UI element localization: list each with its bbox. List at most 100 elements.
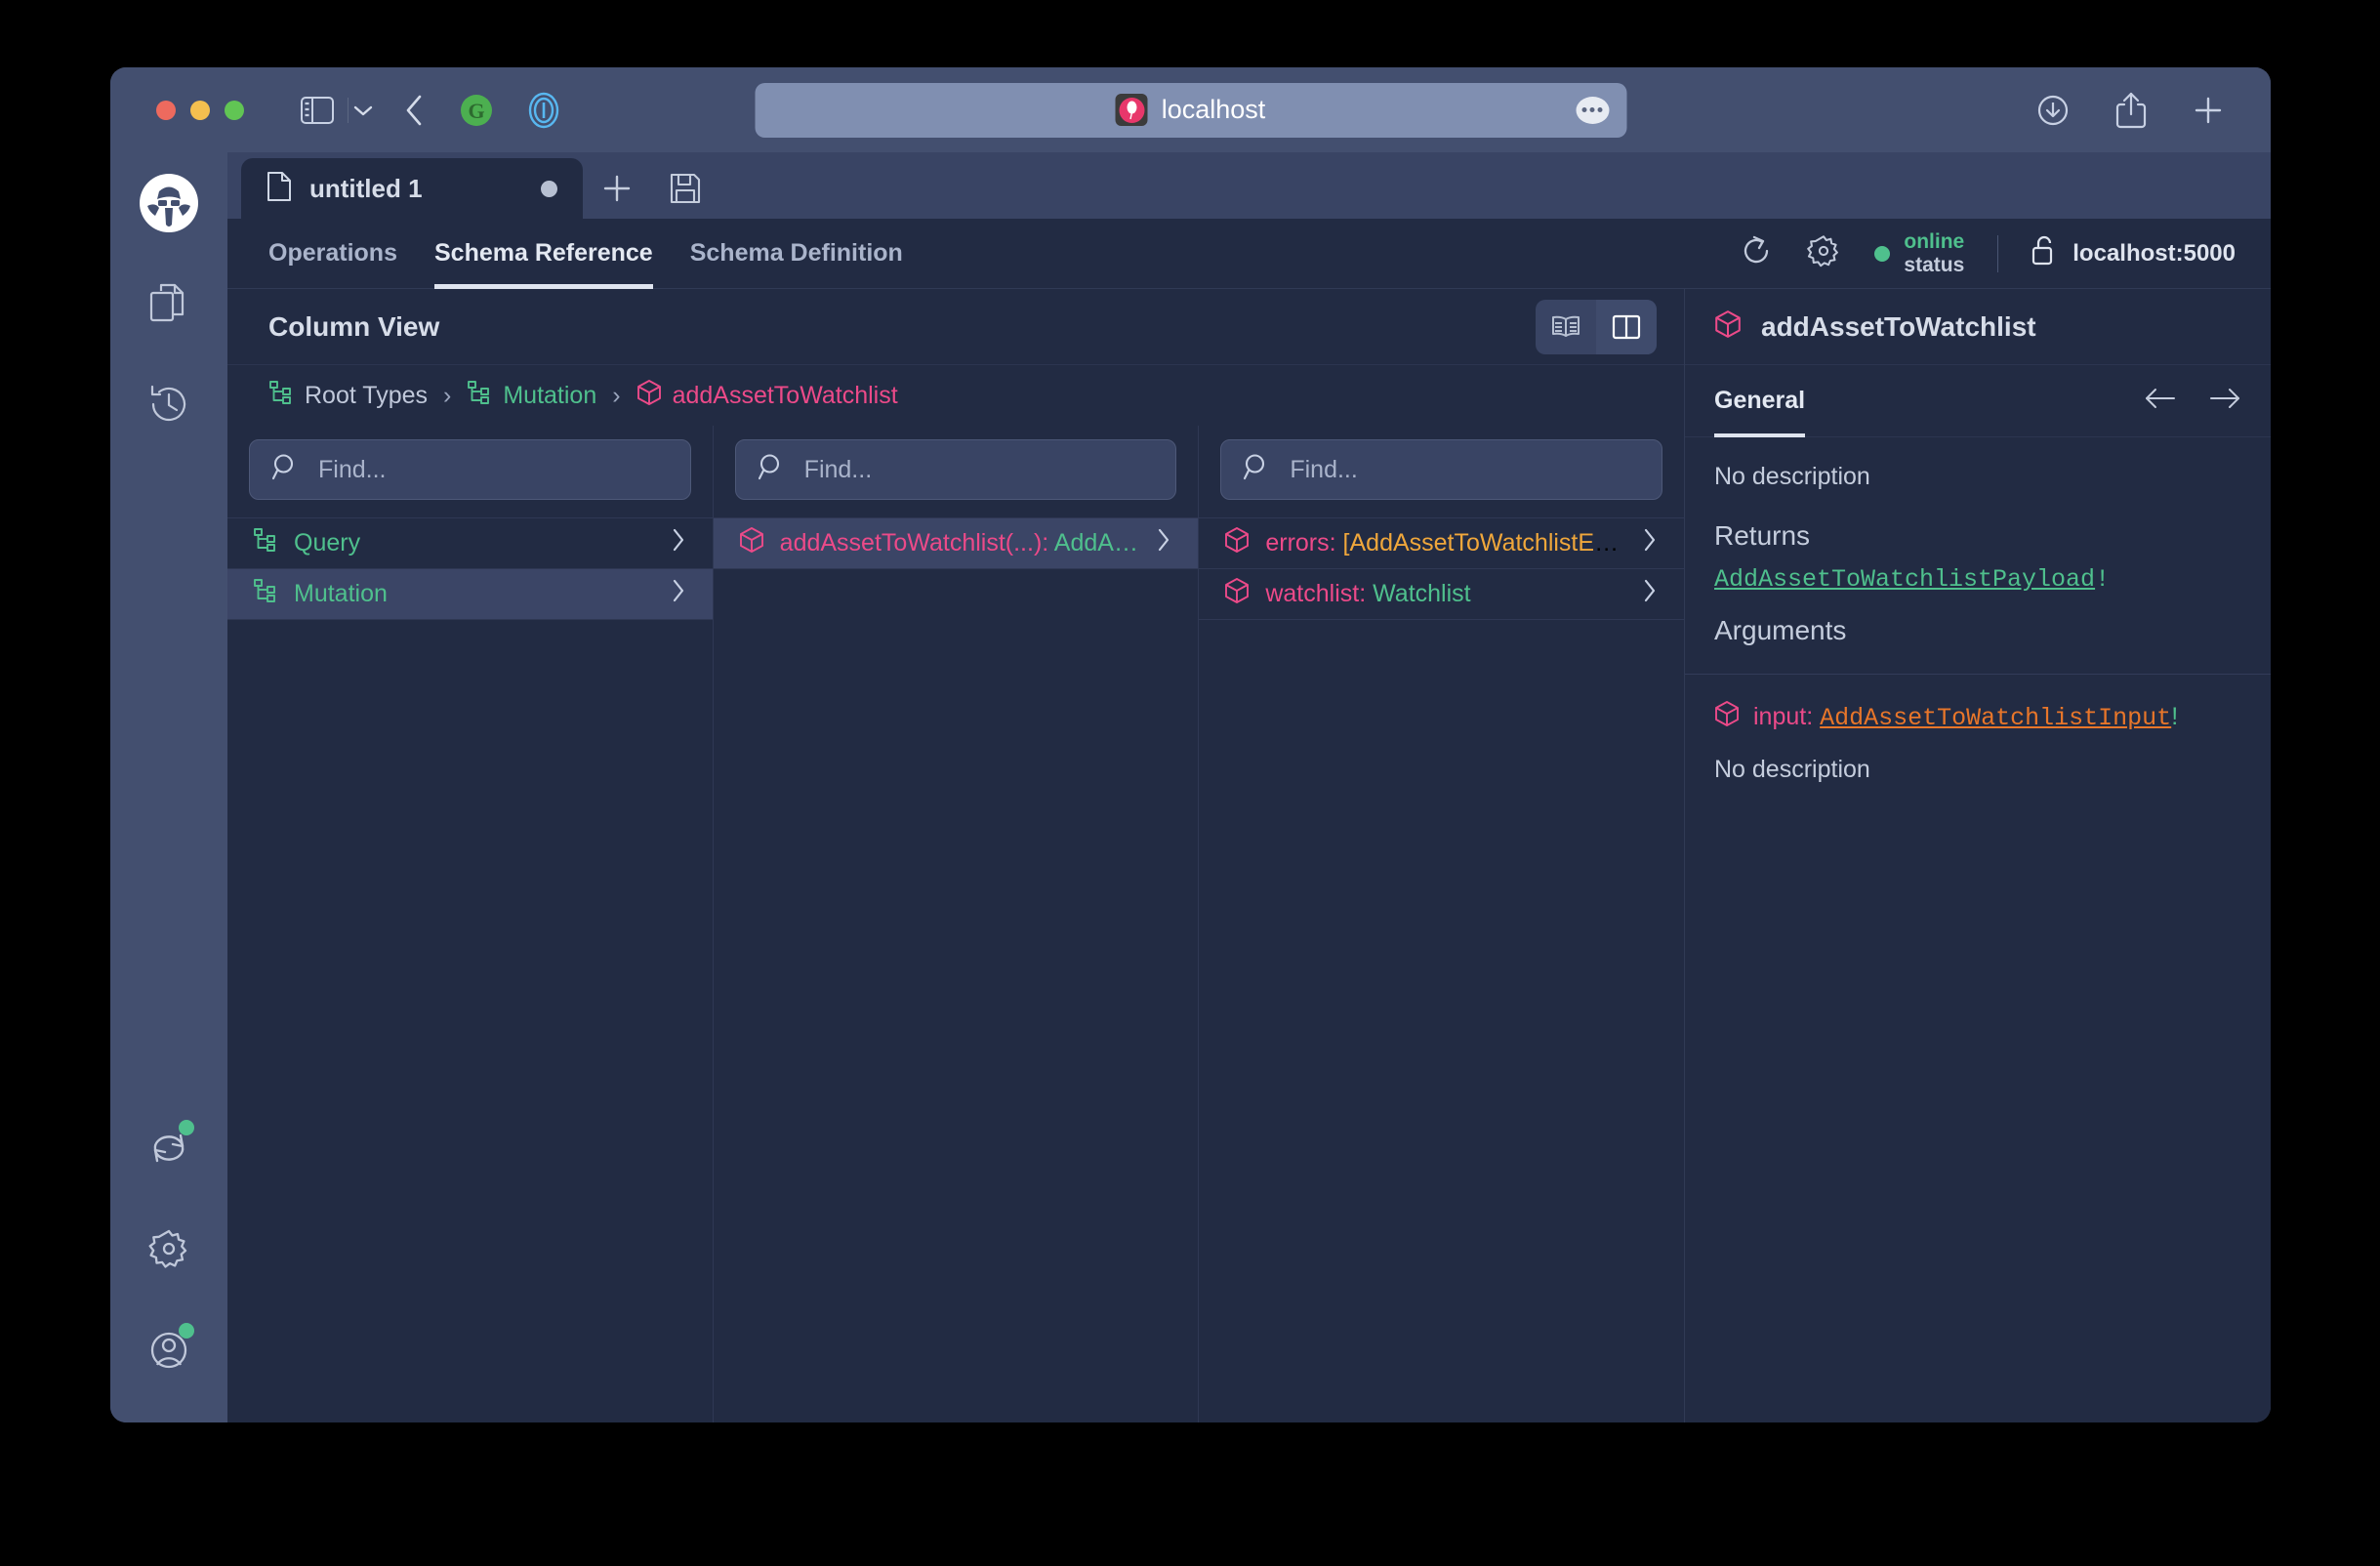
- search-icon: [1243, 453, 1272, 487]
- breadcrumb-item-mutation[interactable]: Mutation: [467, 380, 596, 412]
- address-bar[interactable]: localhost: [755, 82, 1626, 138]
- app-body: untitled 1 Operations Schema Reference S…: [110, 152, 2271, 1422]
- onepassword-icon[interactable]: [524, 91, 563, 130]
- cube-icon: [1224, 577, 1250, 611]
- status-sub-label: status: [1904, 253, 1965, 276]
- browser-toolbar: G localhost: [110, 67, 2271, 152]
- nav-right-actions: online status localhost:5000: [1740, 230, 2271, 276]
- list-item[interactable]: Mutation: [227, 569, 713, 620]
- file-icon: [267, 171, 292, 207]
- reload-icon[interactable]: [1740, 234, 1773, 272]
- address-bar-more-button[interactable]: [1576, 96, 1609, 124]
- cube-icon: [1714, 309, 1742, 344]
- grammarly-icon[interactable]: G: [458, 92, 495, 129]
- docs-header: Column View: [227, 289, 1684, 365]
- chevron-right-icon: [670, 527, 687, 559]
- search-box[interactable]: [249, 439, 691, 500]
- list-item-colon: :: [1359, 580, 1374, 607]
- tab-schema-definition[interactable]: Schema Definition: [690, 219, 903, 289]
- search-box[interactable]: [734, 439, 1177, 500]
- downloads-icon[interactable]: [2034, 92, 2072, 129]
- refresh-icon[interactable]: [140, 1118, 198, 1176]
- arrow-left-icon[interactable]: [2144, 387, 2177, 415]
- list-item-type: Watchlist: [1373, 580, 1471, 607]
- altair-graphql-favicon: [1115, 94, 1148, 126]
- sidebar-toggle-icon[interactable]: [301, 96, 334, 124]
- refresh-badge: [179, 1120, 194, 1135]
- docs-panel: Column View Root Types › Mutation › addA…: [227, 289, 1685, 1422]
- window-tab-dirty-dot[interactable]: [541, 180, 557, 197]
- returns-type-link[interactable]: AddAssetToWatchlistPayload: [1714, 565, 2095, 594]
- documents-icon[interactable]: [140, 273, 198, 332]
- search-box[interactable]: [1220, 439, 1663, 500]
- account-icon[interactable]: [140, 1321, 198, 1380]
- breadcrumb-label: Mutation: [503, 381, 597, 409]
- cube-icon: [1714, 700, 1740, 734]
- column-3-search-wrap: [1199, 426, 1684, 517]
- cube-icon: [739, 526, 764, 560]
- search-input[interactable]: [318, 455, 669, 484]
- window-tab-untitled-1[interactable]: untitled 1: [241, 158, 583, 219]
- chevron-right-icon: [1155, 527, 1172, 559]
- returns-heading: Returns: [1714, 520, 1811, 551]
- share-icon[interactable]: [2114, 91, 2148, 130]
- svg-text:G: G: [468, 99, 484, 123]
- host-indicator[interactable]: localhost:5000: [2031, 234, 2236, 272]
- back-icon[interactable]: [403, 93, 427, 128]
- screen: G localhost untitled 1 Operations Schema…: [0, 0, 2380, 1566]
- tab-schema-reference[interactable]: Schema Reference: [433, 219, 653, 289]
- returns-type-row: AddAssetToWatchlistPayload!: [1714, 565, 2241, 594]
- window-tab-label: untitled 1: [309, 173, 423, 203]
- column-1-rows: Query Mutation: [227, 517, 713, 620]
- save-disk-icon[interactable]: [651, 158, 719, 219]
- column-1-search-wrap: [227, 426, 713, 517]
- chevron-down-icon[interactable]: [352, 103, 374, 118]
- breadcrumb: Root Types › Mutation › addAssetToWatchl…: [227, 365, 1684, 426]
- history-icon[interactable]: [140, 375, 198, 433]
- column-view-button[interactable]: [1596, 299, 1657, 354]
- status-online-label: online: [1904, 229, 1965, 253]
- chevron-right-icon: [1641, 527, 1659, 559]
- nav-divider: [1997, 234, 1999, 272]
- address-bar-text: localhost: [1161, 95, 1266, 124]
- list-item-type: AddA…: [1053, 529, 1138, 556]
- list-item-field: addAssetToWatchlist(...): [779, 529, 1043, 556]
- settings-gear-icon[interactable]: [140, 1219, 198, 1278]
- breadcrumb-item-addassettowatchlist[interactable]: addAssetToWatchlist: [636, 379, 898, 413]
- list-item-colon: :: [1042, 529, 1054, 556]
- detail-body: No description Returns AddAssetToWatchli…: [1685, 437, 2271, 1422]
- tab-general[interactable]: General: [1714, 365, 1806, 437]
- close-window-button[interactable]: [156, 100, 176, 120]
- list-item[interactable]: watchlist: Watchlist: [1199, 569, 1685, 620]
- add-window-tab-button[interactable]: [583, 158, 651, 219]
- search-input[interactable]: [803, 455, 1155, 484]
- detail-description: No description: [1714, 463, 1870, 490]
- book-view-button[interactable]: [1536, 300, 1596, 354]
- schema-content: Column View Root Types › Mutation › addA…: [227, 289, 2271, 1422]
- breadcrumb-separator: ›: [612, 381, 621, 409]
- column-2-search-wrap: [714, 426, 1199, 517]
- search-input[interactable]: [1290, 455, 1641, 484]
- gear-icon[interactable]: [1806, 233, 1841, 273]
- maximize-window-button[interactable]: [225, 100, 244, 120]
- chevron-right-icon: [670, 578, 687, 610]
- list-item[interactable]: addAssetToWatchlist(...): AddA…: [713, 518, 1199, 569]
- list-item-colon: :: [1329, 529, 1343, 556]
- altair-logo[interactable]: [140, 174, 198, 232]
- column-3-rows: errors: [AddAssetToWatchlistEr… watchlis…: [1199, 517, 1685, 620]
- list-item[interactable]: errors: [AddAssetToWatchlistEr…: [1199, 518, 1685, 569]
- minimize-window-button[interactable]: [190, 100, 210, 120]
- host-label: localhost:5000: [2072, 239, 2236, 267]
- account-badge: [179, 1323, 194, 1339]
- tab-operations[interactable]: Operations: [268, 219, 397, 289]
- arrow-right-icon[interactable]: [2208, 387, 2241, 415]
- breadcrumb-label: Root Types: [305, 381, 429, 409]
- list-item[interactable]: Query: [227, 518, 713, 569]
- detail-nav-buttons: [2144, 387, 2241, 415]
- argument-type-link[interactable]: AddAssetToWatchlistInput: [1820, 704, 2171, 732]
- breadcrumb-item-root-types[interactable]: Root Types: [268, 380, 428, 412]
- cube-icon: [636, 379, 662, 413]
- traffic-lights: [156, 100, 244, 120]
- new-tab-icon[interactable]: [2191, 93, 2226, 128]
- breadcrumb-label: addAssetToWatchlist: [672, 381, 898, 409]
